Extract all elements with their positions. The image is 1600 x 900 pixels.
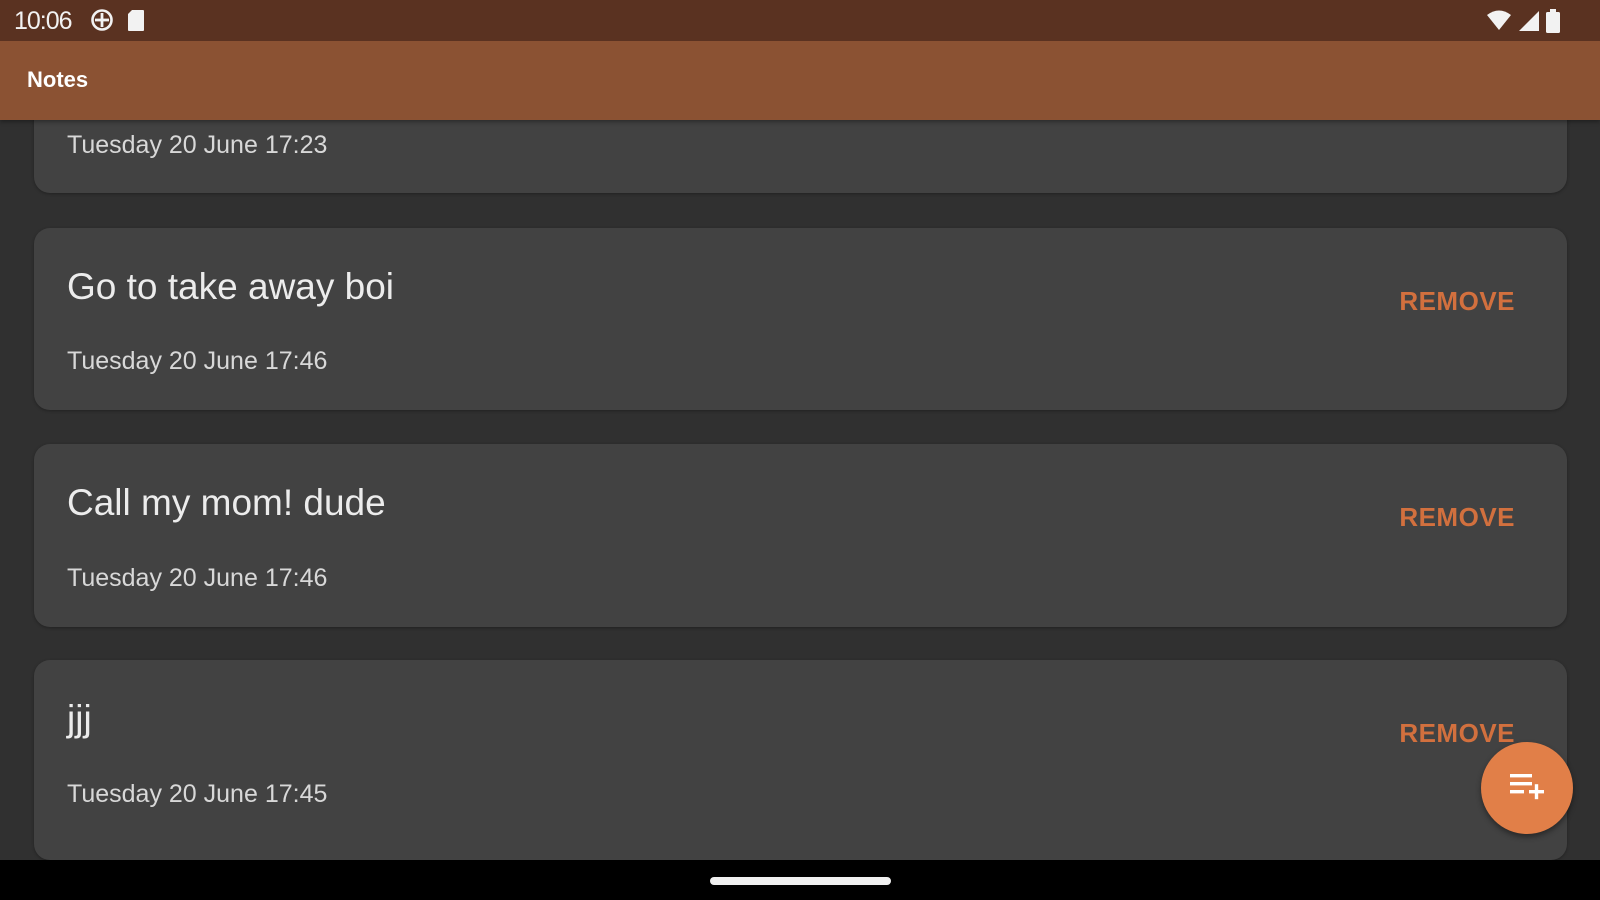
note-title: Call my mom! dude <box>67 482 386 523</box>
navigation-bar <box>0 860 1600 900</box>
battery-icon <box>1546 9 1560 38</box>
note-card[interactable]: Call my mom! dude Tuesday 20 June 17:46 … <box>34 444 1567 627</box>
note-date: Tuesday 20 June 17:23 <box>67 131 328 159</box>
status-time: 10:06 <box>14 7 73 35</box>
note-card[interactable]: Go to take away boi Tuesday 20 June 17:4… <box>34 228 1567 410</box>
add-note-button[interactable] <box>1481 742 1573 834</box>
app-title: Notes <box>27 67 89 92</box>
note-date: Tuesday 20 June 17:46 <box>67 564 328 592</box>
signal-icon <box>1518 10 1540 37</box>
remove-button[interactable]: REMOVE <box>1399 286 1515 317</box>
wifi-icon <box>1486 10 1512 37</box>
home-gesture-handle[interactable] <box>710 877 891 885</box>
remove-button[interactable]: REMOVE <box>1399 718 1515 749</box>
vpn-icon <box>90 8 114 37</box>
status-bar: 10:06 <box>0 0 1600 41</box>
note-date: Tuesday 20 June 17:46 <box>67 347 328 375</box>
note-date: Tuesday 20 June 17:45 <box>67 780 328 808</box>
note-card[interactable]: jjj Tuesday 20 June 17:45 REMOVE <box>34 660 1567 860</box>
sd-card-icon <box>126 8 146 37</box>
playlist-add-icon <box>1508 771 1546 806</box>
note-title: Go to take away boi <box>67 266 395 307</box>
note-title: jjj <box>67 698 92 739</box>
notes-list[interactable]: Tuesday 20 June 17:23 Go to take away bo… <box>0 0 1600 860</box>
notes-screen: Tuesday 20 June 17:23 Go to take away bo… <box>0 0 1600 900</box>
remove-button[interactable]: REMOVE <box>1399 502 1515 533</box>
app-bar: Notes <box>0 41 1600 120</box>
